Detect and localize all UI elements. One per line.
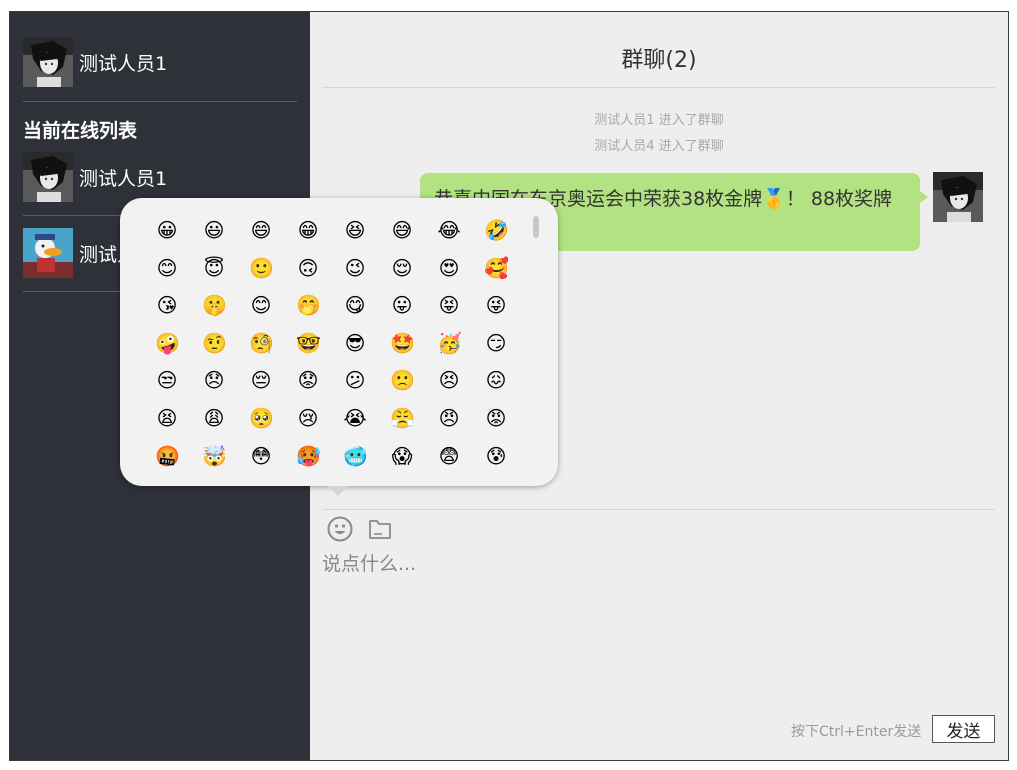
emoji-item[interactable]: 😇	[202, 256, 226, 280]
emoji-item[interactable]: 😉	[343, 256, 367, 280]
emoji-item[interactable]: 🥶	[343, 444, 368, 468]
divider	[23, 101, 297, 102]
emoji-item[interactable]: 🤓	[296, 331, 321, 355]
emoji-picker-arrow	[328, 486, 348, 496]
emoji-item[interactable]: 😰	[484, 444, 508, 468]
emoji-item[interactable]: 😡	[484, 406, 508, 430]
emoji-item[interactable]: 😎	[343, 331, 367, 355]
emoji-item[interactable]: 😊	[155, 256, 179, 280]
emoji-item[interactable]: 😳	[249, 444, 273, 468]
emoji-item[interactable]: 😭	[343, 406, 367, 430]
file-button[interactable]	[366, 515, 394, 543]
avatar	[23, 228, 73, 278]
emoji-item[interactable]: 😖	[484, 368, 508, 392]
emoji-item[interactable]: 😂	[437, 218, 461, 242]
emoji-item[interactable]: 🤫	[202, 293, 227, 317]
system-message: 测试人员1 进入了群聊	[594, 113, 724, 128]
current-user-name: 测试人员1	[79, 52, 168, 75]
emoji-item[interactable]: 😆	[343, 218, 367, 242]
emoji-item[interactable]: 😊	[249, 293, 273, 317]
online-user-name: 测试人员1	[79, 167, 168, 190]
emoji-item[interactable]: 😱	[390, 444, 414, 468]
emoji-item[interactable]: 😍	[437, 256, 461, 280]
emoji-picker[interactable]: 😀 😃 😄 😁 😆 😅 😂 🤣 😊 😇 🙂 🙃 😉 😌 😍 🥰 😘 🤫 😊 🤭 😋 😛 😝 😜 🤪 🤨 🧐 🤓 😎 🤩 🥳 😏 😒 😞 😔 😟 😕 🙁 😣 😖…	[120, 198, 558, 486]
online-user-item[interactable]: 测试人员1	[23, 152, 167, 202]
send-hint: 按下Ctrl+Enter发送	[791, 724, 922, 740]
emoji-item[interactable]: 😘	[155, 293, 179, 317]
emoji-item[interactable]: 🙂	[249, 256, 274, 280]
emoji-item[interactable]: 😫	[155, 406, 179, 430]
emoji-item[interactable]: 🤭	[296, 293, 321, 317]
emoji-item[interactable]: 😩	[202, 406, 226, 430]
folder-icon	[369, 520, 391, 539]
avatar	[23, 37, 73, 87]
emoji-item[interactable]: 😏	[484, 331, 508, 355]
emoji-item[interactable]: 🤬	[155, 444, 180, 468]
emoji-item[interactable]: 😃	[202, 218, 226, 242]
emoji-item[interactable]: 🤣	[484, 218, 509, 242]
smile-icon	[327, 516, 353, 542]
emoji-item[interactable]: 😁	[296, 218, 320, 242]
emoji-scrollbar[interactable]	[533, 216, 539, 238]
send-button[interactable]: 发送	[932, 715, 995, 743]
emoji-item[interactable]: 🥰	[484, 256, 509, 280]
emoji-item[interactable]: 🙁	[390, 368, 415, 392]
emoji-item[interactable]: 😟	[296, 368, 320, 392]
emoji-item[interactable]: 🤨	[202, 331, 227, 355]
emoji-item[interactable]: 😝	[437, 293, 461, 317]
emoji-item[interactable]: 😀	[155, 218, 179, 242]
bubble-tail	[920, 191, 928, 203]
avatar	[933, 172, 983, 222]
emoji-item[interactable]: 😅	[390, 218, 414, 242]
emoji-item[interactable]: 🤪	[155, 331, 180, 355]
emoji-item[interactable]: 😢	[296, 406, 320, 430]
emoji-item[interactable]: 🙃	[296, 256, 320, 280]
emoji-item[interactable]: 😜	[484, 293, 508, 317]
emoji-item[interactable]: 🥳	[437, 331, 462, 355]
avatar	[23, 152, 73, 202]
emoji-item[interactable]: 🤩	[390, 331, 415, 355]
emoji-item[interactable]: 🧐	[249, 331, 274, 355]
online-list-title: 当前在线列表	[23, 120, 138, 142]
system-message: 测试人员4 进入了群聊	[594, 139, 724, 154]
current-user: 测试人员1	[23, 37, 167, 87]
emoji-item[interactable]: 😞	[202, 368, 226, 392]
emoji-item[interactable]: 😌	[390, 256, 414, 280]
emoji-item[interactable]: 😠	[437, 406, 461, 430]
emoji-item[interactable]: 😋	[343, 293, 367, 317]
chat-title: 群聊(2)	[621, 48, 697, 73]
emoji-item[interactable]: 😔	[249, 368, 273, 392]
emoji-item[interactable]: 😕	[343, 368, 367, 392]
divider	[322, 509, 995, 510]
emoji-item[interactable]: 😤	[390, 406, 415, 430]
emoji-grid: 😀 😃 😄 😁 😆 😅 😂 🤣 😊 😇 🙂 🙃 😉 😌 😍 🥰 😘 🤫 😊 🤭 😋 😛 😝 😜 🤪 🤨 🧐 🤓 😎 🤩 🥳 😏 😒 😞 😔 😟 😕 🙁 😣 😖…	[155, 218, 509, 468]
emoji-button[interactable]	[326, 515, 354, 543]
emoji-item[interactable]: 🤯	[202, 444, 227, 468]
message-input[interactable]	[322, 549, 995, 709]
emoji-item[interactable]: 😨	[437, 444, 461, 468]
emoji-item[interactable]: 😛	[390, 293, 414, 317]
emoji-item[interactable]: 😒	[155, 368, 179, 392]
emoji-item[interactable]: 😣	[437, 368, 461, 392]
emoji-item[interactable]: 🥺	[249, 406, 274, 430]
emoji-item[interactable]: 😄	[249, 218, 273, 242]
emoji-item[interactable]: 🥵	[296, 444, 321, 468]
divider	[322, 87, 995, 88]
